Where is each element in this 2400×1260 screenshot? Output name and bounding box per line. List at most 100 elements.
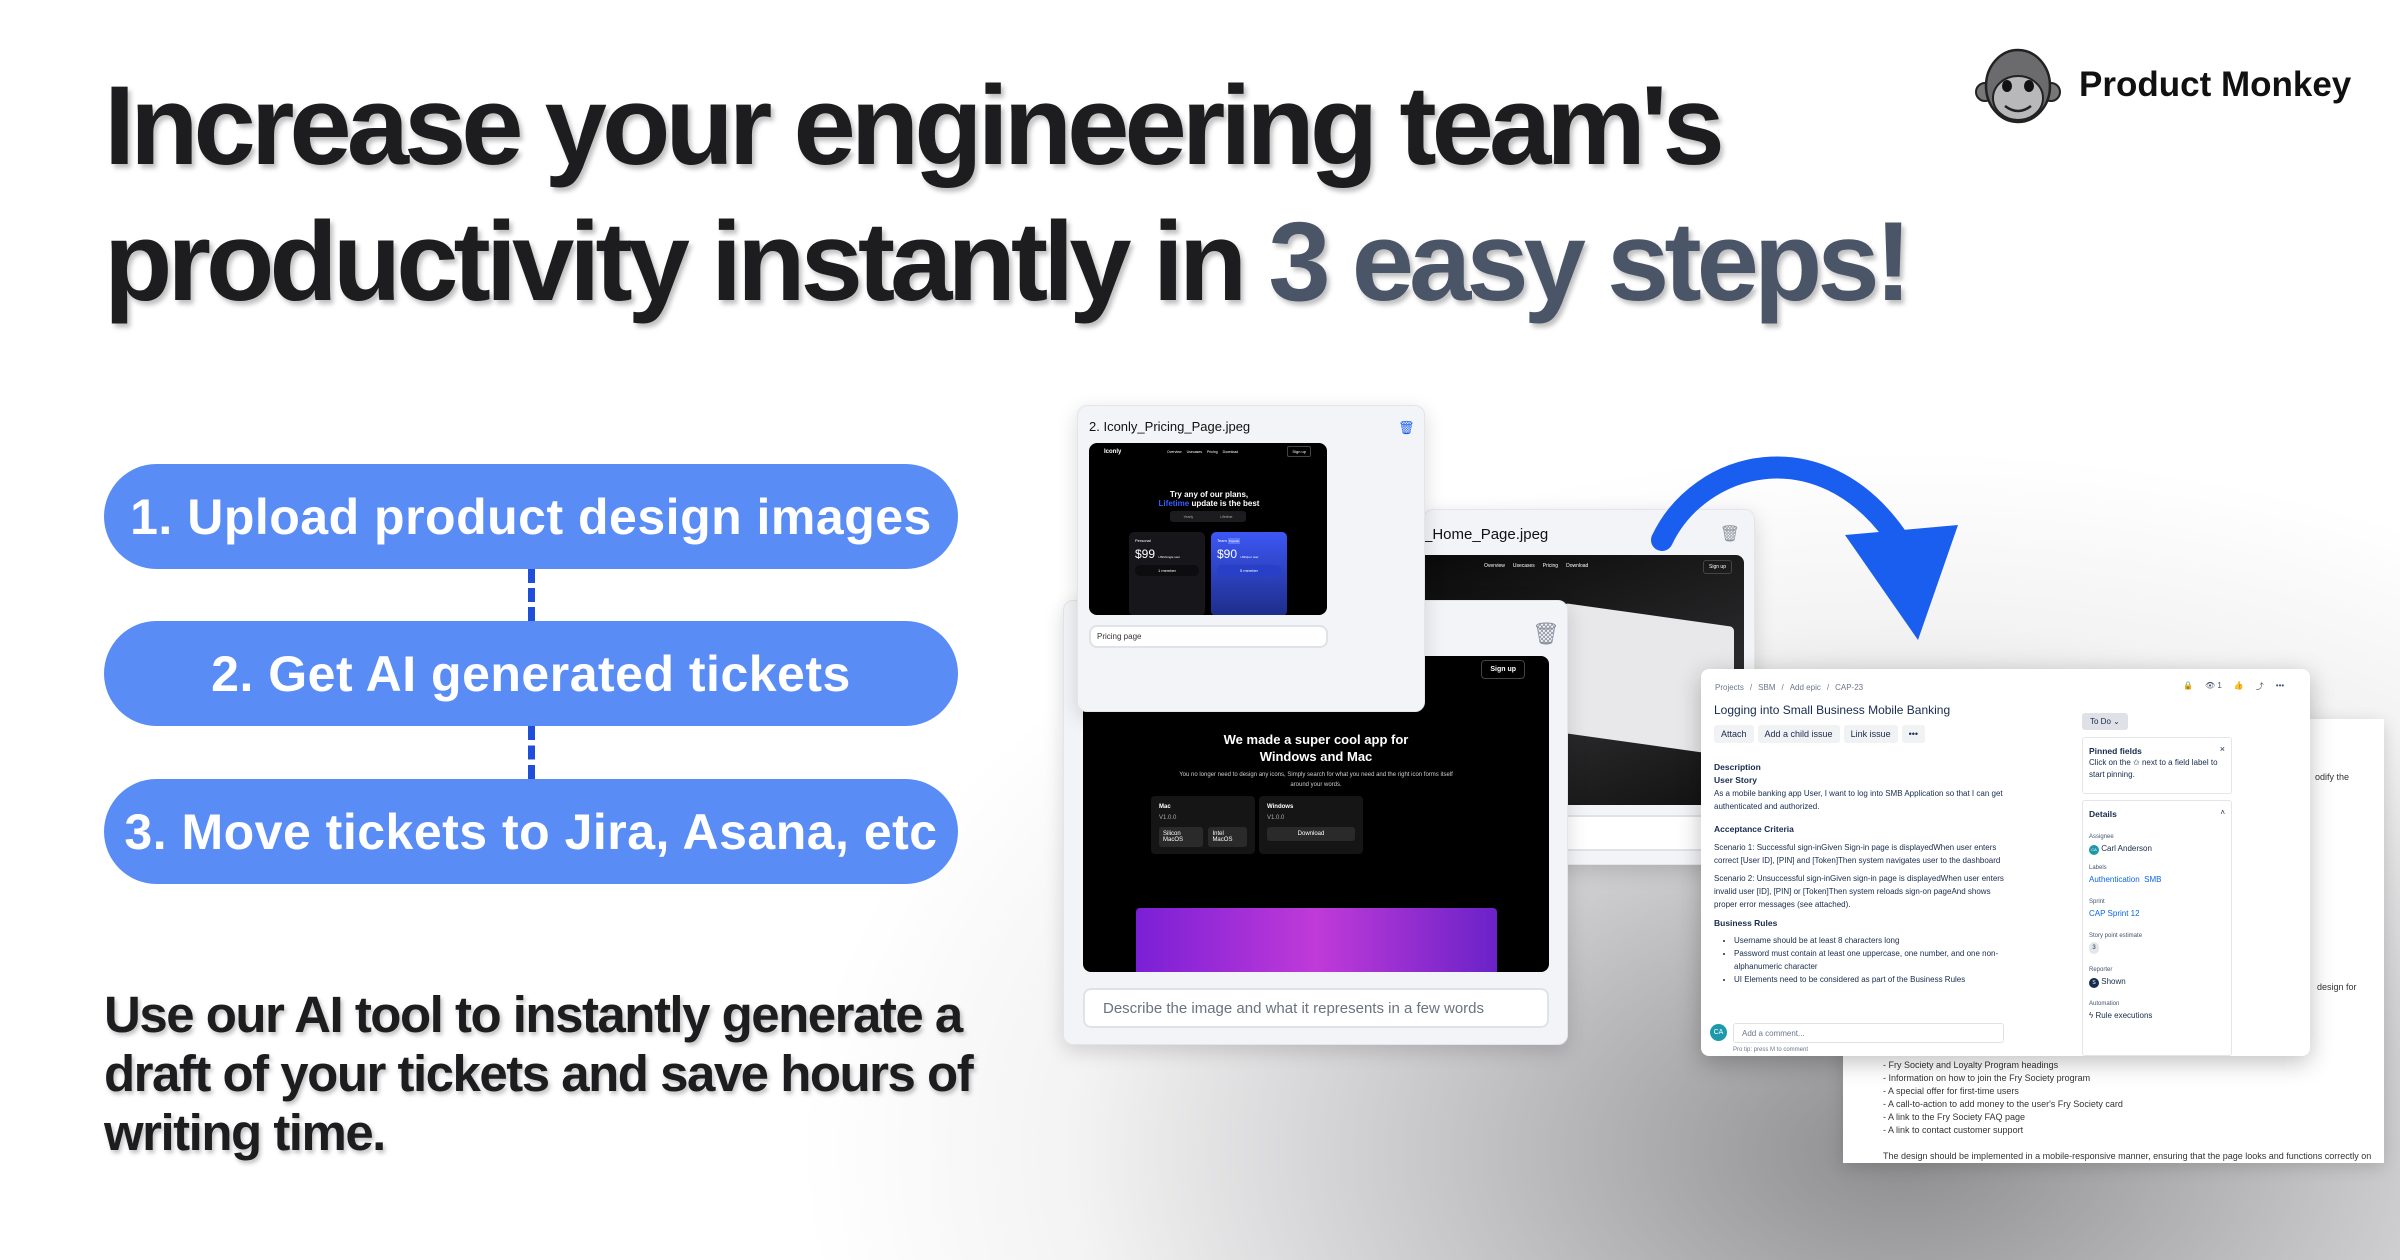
business-rules-label: Business Rules xyxy=(1714,918,1778,928)
body-text: Use our AI tool to instantly generate a … xyxy=(104,986,974,1161)
step-connector xyxy=(528,726,535,779)
caption-input[interactable]: Pricing page xyxy=(1089,625,1328,648)
lock-icon[interactable]: 🔒 xyxy=(2183,681,2193,692)
attach-button[interactable]: Attach xyxy=(1714,725,1754,743)
description-label: Description xyxy=(1714,762,1761,772)
details-panel: Details ˄ Assignee CA Carl Anderson Labe… xyxy=(2082,800,2232,1056)
windows-download-box: Windows V1.0.0 Download xyxy=(1259,796,1363,854)
billing-toggle: Yearly Lifetime xyxy=(1170,511,1246,522)
lightning-icon: ϟ xyxy=(2089,1011,2094,1020)
breadcrumb-add-epic[interactable]: Add epic xyxy=(1790,683,1821,692)
assignee[interactable]: CA Carl Anderson xyxy=(2089,843,2225,855)
doc-line: - Information on how to join the Fry Soc… xyxy=(1883,1073,2091,1083)
plan-price: $99 xyxy=(1135,547,1156,561)
nav-item: Download xyxy=(1222,450,1239,454)
status-dropdown[interactable]: To Do ⌄ xyxy=(2082,713,2128,730)
like-icon[interactable]: 👍 xyxy=(2234,681,2244,692)
breadcrumb-sbm[interactable]: SBM xyxy=(1758,683,1775,692)
plan-price: $90 xyxy=(1217,547,1238,561)
mac-label: Mac xyxy=(1159,804,1171,810)
details-title: Details xyxy=(2089,809,2117,819)
doc-line: - A link to contact customer support xyxy=(1883,1125,2024,1135)
hero-image xyxy=(1136,908,1497,972)
issue-title: Logging into Small Business Mobile Banki… xyxy=(1714,703,1951,717)
pricing-page-screenshot: Iconly Overview Usecases Pricing Download S… xyxy=(1089,443,1327,615)
issue-toolbar: 🔒 👁 1 👍 ⤴ ••• xyxy=(2183,681,2284,692)
jira-ticket: Projects / SBM / Add epic / CAP-23 🔒 👁 1 👍 ⤴ ••• L… xyxy=(1701,669,2310,1056)
plan-seats: 1 member xyxy=(1135,565,1199,576)
rule-item: Username should be at least 8 characters… xyxy=(1734,934,2009,947)
description-input[interactable]: Describe the image and what it represent… xyxy=(1083,988,1549,1028)
app-title: We made a super cool app for Windows and… xyxy=(1223,732,1409,764)
brand-logo: Product Monkey xyxy=(1975,42,2351,128)
pricing-title-line: update is the best xyxy=(1189,499,1260,508)
story-points[interactable]: 3 xyxy=(2089,942,2099,954)
sprint-link[interactable]: CAP Sprint 12 xyxy=(2089,908,2225,920)
reporter[interactable]: S Shown xyxy=(2089,976,2225,988)
headline-highlight: 3 easy steps! xyxy=(1268,199,1912,324)
download-button: Download xyxy=(1267,827,1355,841)
comment-input[interactable]: Add a comment... xyxy=(1733,1023,2004,1043)
plan-name: Team xyxy=(1217,538,1227,543)
watch-icon[interactable]: 👁 1 xyxy=(2205,681,2222,692)
status-label: To Do xyxy=(2090,717,2111,726)
reporter-name: Shown xyxy=(2101,977,2126,986)
trash-icon[interactable]: 🗑 xyxy=(1532,621,1560,647)
pinned-fields-title: Pinned fields xyxy=(2089,746,2142,756)
iconly-logo: Iconly xyxy=(1104,449,1122,455)
nav-item: Download xyxy=(1566,563,1589,569)
rule-item: Password must contain at least one upper… xyxy=(1734,947,2009,973)
step-3-pill: 3. Move tickets to Jira, Asana, etc xyxy=(104,779,958,884)
scenario-1: Scenario 1: Successful sign-inGiven Sign… xyxy=(1714,843,2001,865)
nav-item: Overview xyxy=(1484,563,1505,569)
commenter-avatar: CA xyxy=(1710,1024,1727,1041)
pricing-title-accent: Lifetime xyxy=(1158,499,1190,508)
curved-arrow-icon xyxy=(1651,456,1958,640)
breadcrumb-issue-key[interactable]: CAP-23 xyxy=(1835,683,1863,692)
link-issue-button[interactable]: Link issue xyxy=(1843,725,1898,743)
more-actions-button[interactable]: ••• xyxy=(1901,725,1926,743)
sprint-label: Sprint xyxy=(2089,899,2105,905)
signup-button: Sign up xyxy=(1287,446,1311,457)
upload-filename: _Home_Page.jpeg xyxy=(1424,526,1549,543)
estimate-label: Story point estimate xyxy=(2089,933,2143,939)
app-subtitle: You no longer need to design any icons, … xyxy=(1179,772,1453,788)
assignee-avatar: CA xyxy=(2089,845,2099,855)
silicon-macos-button: Silicon MacOS xyxy=(1159,827,1204,847)
mac-download-box: Mac V1.0.0 Silicon MacOS Intel MacOS xyxy=(1151,796,1255,854)
plan-badge: Popular xyxy=(1227,538,1241,544)
plan-personal: Personal $99 USD/single user 1 member xyxy=(1129,532,1205,615)
mac-version: V1.0.0 xyxy=(1159,815,1177,821)
signup-button: Sign up xyxy=(1481,660,1525,679)
more-icon[interactable]: ••• xyxy=(2276,681,2284,692)
intel-macos-button: Intel MacOS xyxy=(1208,827,1247,847)
reporter-label: Reporter xyxy=(2089,967,2113,973)
label-chip[interactable]: Authentication xyxy=(2089,875,2140,884)
rule-executions[interactable]: ϟ Rule executions xyxy=(2089,1010,2225,1022)
plan-unit: USD/per user xyxy=(1240,555,1259,559)
trash-icon[interactable]: 🗑 xyxy=(1398,420,1415,436)
rule-item: UI Elements need to be considered as par… xyxy=(1734,973,2009,986)
doc-footer: The design should be implemented in a mo… xyxy=(1883,1151,2372,1161)
doc-line: - A call-to-action to add money to the u… xyxy=(1883,1099,2123,1109)
automation-label: Automation xyxy=(2089,1001,2120,1007)
headline-line-2: productivity instantly in 3 easy steps! xyxy=(104,194,1912,330)
breadcrumb-projects[interactable]: Projects xyxy=(1715,683,1744,692)
labels-label: Labels xyxy=(2089,865,2107,871)
watch-count: 1 xyxy=(2217,681,2222,690)
plan-name: Personal xyxy=(1135,538,1151,543)
headline-text: productivity instantly in xyxy=(104,199,1269,324)
home-nav: Overview Usecases Pricing Download xyxy=(1484,563,1588,569)
nav-item: Pricing xyxy=(1206,450,1218,454)
step-connector xyxy=(528,569,535,621)
plan-seats: 5 member xyxy=(1217,565,1281,576)
chevron-up-icon[interactable]: ˄ xyxy=(2220,807,2225,819)
share-icon[interactable]: ⤴ xyxy=(2256,681,2264,692)
pricing-title-line: Try any of our plans, xyxy=(1169,490,1249,499)
issue-description: Description User Story As a mobile banki… xyxy=(1714,761,2009,986)
acceptance-criteria-label: Acceptance Criteria xyxy=(1714,824,1794,834)
add-child-issue-button[interactable]: Add a child issue xyxy=(1757,725,1840,743)
label-chip[interactable]: SMB xyxy=(2144,875,2161,884)
nav-item: Usecases xyxy=(1512,563,1535,569)
close-icon[interactable]: × xyxy=(2220,743,2225,755)
